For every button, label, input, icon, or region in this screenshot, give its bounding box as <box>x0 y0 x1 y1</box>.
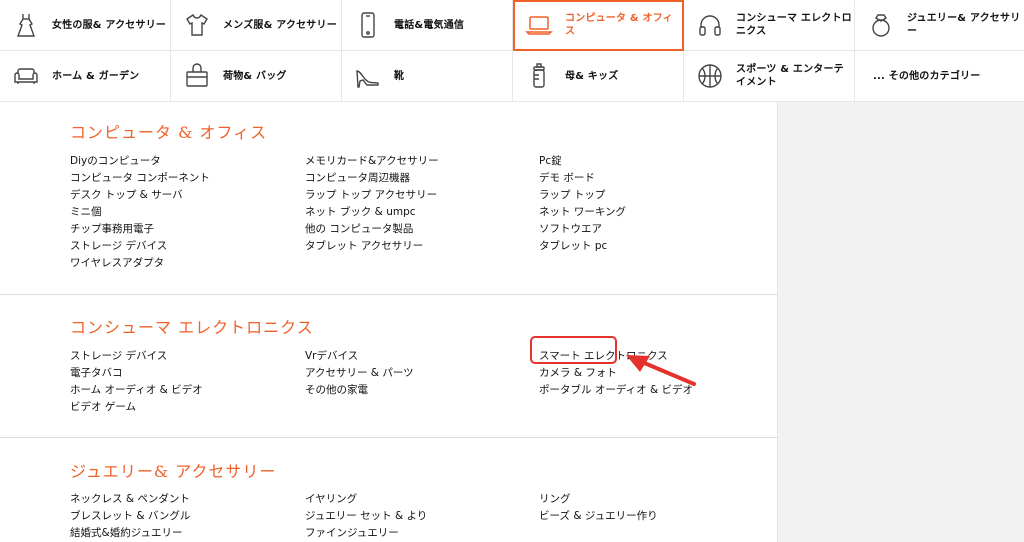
section-column-1: ストレージ デバイス 電子タバコ ホーム オーディオ & ビデオ ビデオ ゲーム <box>70 348 300 416</box>
category-label: ... その他のカテゴリー <box>873 70 981 82</box>
list-item[interactable]: ラップ トップ アクセサリー <box>305 187 535 204</box>
list-item[interactable]: デモ ボード <box>539 170 769 187</box>
subcategory-panel: コンピュータ & オフィス Diyのコンピュータ コンピュータ コンポーネント … <box>0 102 778 542</box>
sofa-icon <box>12 62 40 90</box>
list-item[interactable]: ストレージ デバイス <box>70 238 300 255</box>
list-item[interactable]: ソフトウエア <box>539 221 769 238</box>
side-gray-area <box>778 102 1024 542</box>
list-item[interactable]: Vrデバイス <box>305 348 535 365</box>
category-label: 女性の服& アクセサリー <box>52 19 167 31</box>
category-label: スポーツ & エンターテイメント <box>736 64 844 88</box>
category-label: コンシューマ エレクトロニクス <box>736 13 852 37</box>
category-label: 母& キッズ <box>565 70 619 82</box>
category-label: メンズ服& アクセサリー <box>223 19 337 31</box>
category-other[interactable]: ... その他のカテゴリー <box>855 51 1024 102</box>
red-arrow-icon <box>626 355 696 386</box>
tablet-pc-highlight-box <box>530 336 617 364</box>
list-item[interactable]: ファインジュエリー <box>305 525 535 542</box>
list-item[interactable]: ホーム オーディオ & ビデオ <box>70 382 300 399</box>
section-column-2: Vrデバイス アクセサリー & パーツ その他の家電 <box>305 348 535 399</box>
list-item[interactable]: デスク トップ & サーバ <box>70 187 300 204</box>
category-womens[interactable]: 女性の服& アクセサリー <box>0 0 171 51</box>
headphones-icon <box>696 11 724 39</box>
list-item[interactable]: ワイヤレスアダプタ <box>70 255 300 272</box>
category-grid: 女性の服& アクセサリー メンズ服& アクセサリー 電話&電気通信 コンピュータ… <box>0 0 1024 102</box>
list-item[interactable]: 電子タバコ <box>70 365 300 382</box>
basketball-icon <box>696 62 724 90</box>
bag-icon <box>183 62 211 90</box>
tshirt-icon <box>183 11 211 39</box>
category-home[interactable]: ホーム & ガーデン <box>0 51 171 102</box>
list-item[interactable]: ラップ トップ <box>539 187 769 204</box>
list-item[interactable]: ブレスレット & バングル <box>70 508 300 525</box>
laptop-icon <box>525 11 553 39</box>
section-title: コンピュータ & オフィス <box>70 123 268 142</box>
section-title: コンシューマ エレクトロニクス <box>70 318 314 337</box>
list-item[interactable]: イヤリング <box>305 491 535 508</box>
list-item[interactable]: タブレット アクセサリー <box>305 238 535 255</box>
category-computer[interactable]: コンピュータ & オフィス <box>513 0 684 51</box>
category-label: ホーム & ガーデン <box>52 70 140 82</box>
section-jewelry-accessories: ジュエリー& アクセサリー ネックレス & ペンダント ブレスレット & バング… <box>0 438 778 542</box>
category-kids[interactable]: 母& キッズ <box>513 51 684 102</box>
category-label: ジュエリー& アクセサリー <box>907 13 1021 37</box>
category-bags[interactable]: 荷物& バッグ <box>171 51 342 102</box>
category-phones[interactable]: 電話&電気通信 <box>342 0 513 51</box>
section-title: ジュエリー& アクセサリー <box>70 462 277 481</box>
list-item[interactable]: その他の家電 <box>305 382 535 399</box>
section-computer-office: コンピュータ & オフィス Diyのコンピュータ コンピュータ コンポーネント … <box>0 102 778 295</box>
baby-bottle-icon <box>525 62 553 90</box>
category-mens[interactable]: メンズ服& アクセサリー <box>171 0 342 51</box>
category-jewelry[interactable]: ジュエリー& アクセサリー <box>855 0 1024 51</box>
phone-icon <box>354 11 382 39</box>
list-item[interactable]: メモリカード&アクセサリー <box>305 153 535 170</box>
list-item[interactable]: Pc錠 <box>539 153 769 170</box>
category-label: 荷物& バッグ <box>223 70 287 82</box>
ring-icon <box>867 11 895 39</box>
section-column-1: Diyのコンピュータ コンピュータ コンポーネント デスク トップ & サーバ … <box>70 153 300 272</box>
category-electronics[interactable]: コンシューマ エレクトロニクス <box>684 0 855 51</box>
category-row-1: 女性の服& アクセサリー メンズ服& アクセサリー 電話&電気通信 コンピュータ… <box>0 0 1024 51</box>
list-item[interactable]: 他の コンピュータ製品 <box>305 221 535 238</box>
category-label: 電話&電気通信 <box>394 19 465 31</box>
list-item[interactable]: ネット ブック & umpc <box>305 204 535 221</box>
list-item[interactable]: リング <box>539 491 769 508</box>
list-item[interactable]: ネット ワーキング <box>539 204 769 221</box>
list-item[interactable]: チップ事務用電子 <box>70 221 300 238</box>
list-item[interactable]: ビデオ ゲーム <box>70 399 300 416</box>
list-item[interactable]: ミニ個 <box>70 204 300 221</box>
heel-shoe-icon <box>354 62 382 90</box>
list-item[interactable]: コンピュータ周辺機器 <box>305 170 535 187</box>
list-item[interactable]: アクセサリー & パーツ <box>305 365 535 382</box>
dress-icon <box>12 11 40 39</box>
section-column-3: Pc錠 デモ ボード ラップ トップ ネット ワーキング ソフトウエア タブレッ… <box>539 153 769 255</box>
section-column-3: リング ビーズ & ジュエリー作り <box>539 491 769 525</box>
section-column-2: メモリカード&アクセサリー コンピュータ周辺機器 ラップ トップ アクセサリー … <box>305 153 535 255</box>
section-column-1: ネックレス & ペンダント ブレスレット & バングル 結婚式&婚約ジュエリー <box>70 491 300 542</box>
list-item[interactable]: Diyのコンピュータ <box>70 153 300 170</box>
list-item[interactable]: ビーズ & ジュエリー作り <box>539 508 769 525</box>
list-item[interactable]: コンピュータ コンポーネント <box>70 170 300 187</box>
list-item[interactable]: ジュエリー セット & より <box>305 508 535 525</box>
category-row-2: ホーム & ガーデン 荷物& バッグ 靴 母& キッズ スポーツ & エンターテ… <box>0 51 1024 102</box>
section-column-2: イヤリング ジュエリー セット & より ファインジュエリー <box>305 491 535 542</box>
list-item[interactable]: ストレージ デバイス <box>70 348 300 365</box>
category-label: 靴 <box>394 70 405 82</box>
tablet-pc-link[interactable]: タブレット pc <box>539 238 769 255</box>
category-sports[interactable]: スポーツ & エンターテイメント <box>684 51 855 102</box>
list-item[interactable]: ネックレス & ペンダント <box>70 491 300 508</box>
list-item[interactable]: 結婚式&婚約ジュエリー <box>70 525 300 542</box>
category-shoes[interactable]: 靴 <box>342 51 513 102</box>
category-label: コンピュータ & オフィス <box>565 13 673 37</box>
